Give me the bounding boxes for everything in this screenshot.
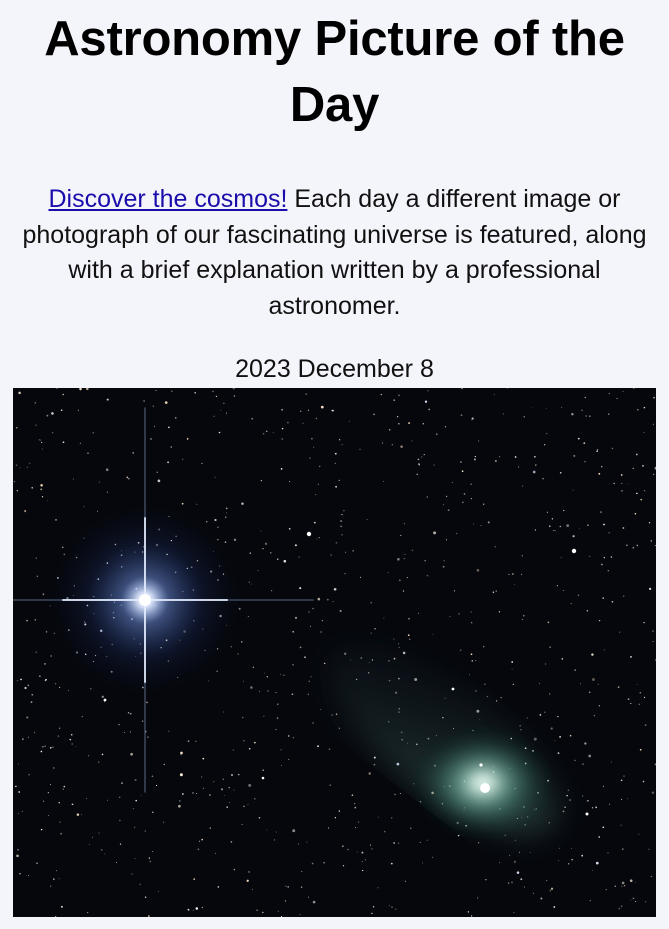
page-title: Astronomy Picture of the Day [44, 12, 625, 132]
apod-image[interactable] [13, 388, 656, 917]
comet-coma [413, 728, 553, 838]
comet-nucleus [480, 783, 490, 793]
post-date: 2023 December 8 [235, 355, 434, 383]
bright-star-core [139, 594, 151, 606]
apod-page: Astronomy Picture of the Day Discover th… [0, 0, 669, 929]
discover-cosmos-link[interactable]: Discover the cosmos! [48, 185, 287, 213]
intro-paragraph: Discover the cosmos! Each day a differen… [20, 182, 649, 324]
starfield-image [13, 388, 656, 917]
